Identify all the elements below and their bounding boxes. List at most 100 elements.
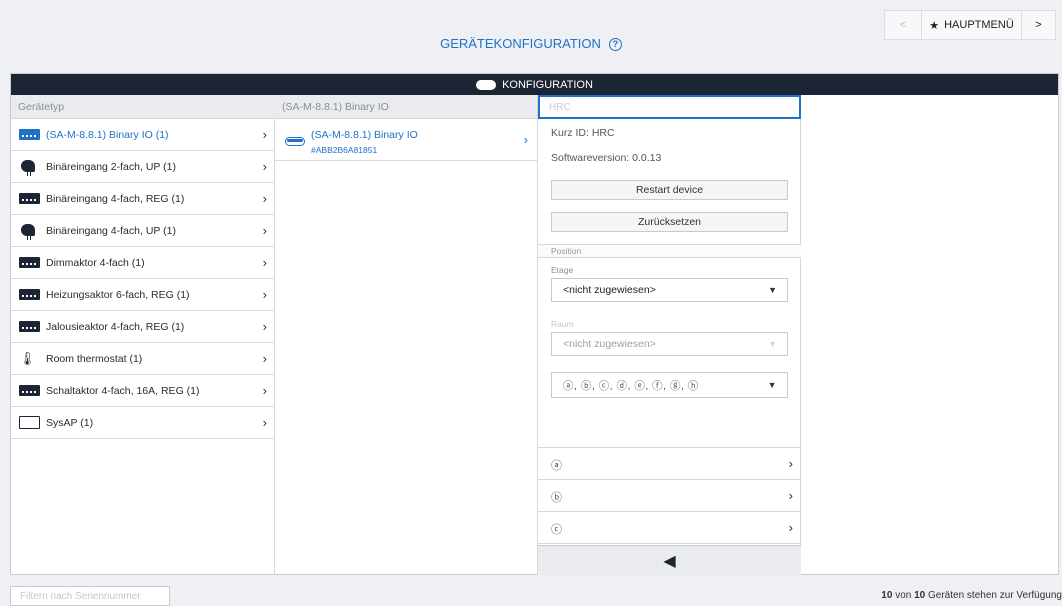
help-icon[interactable]: ? [608,38,622,51]
device-type-item[interactable]: Binäreingang 4-fach, REG (1) › [11,183,275,215]
channel-label: ⓑ [551,492,562,504]
device-type-label: (SA-M-8.8.1) Binary IO (1) [46,128,169,141]
device-type-item[interactable]: Binäreingang 2-fach, UP (1) › [11,151,275,183]
device-type-label: Jalousieaktor 4-fach, REG (1) [46,320,185,333]
restart-device-button[interactable]: Restart device [551,180,788,200]
device-column: (SA-M-8.8.1) Binary IO (SA-M-8.8.1) Bina… [275,95,538,575]
chevron-right-icon: › [788,488,793,503]
chevron-down-icon: ▼ [768,339,777,349]
device-type-item[interactable]: Dimmaktor 4-fach (1) › [11,247,275,279]
device-count-status: 10 von 10 Geräten stehen zur Verfügung [881,590,1062,601]
screen-icon [19,416,40,429]
device-type-label: Binäreingang 4-fach, UP (1) [46,224,176,237]
chevron-right-icon: › [262,415,267,430]
reply-arrow-icon: ◀ [663,552,676,570]
module-icon [19,193,40,204]
device-type-item[interactable]: Heizungsaktor 6-fach, REG (1) › [11,279,275,311]
device-type-item[interactable]: 🌡 Room thermostat (1) › [11,343,275,375]
main-menu-label: HAUPTMENÜ [944,19,1014,31]
device-type-list: (SA-M-8.8.1) Binary IO (1) › Binäreingang … [11,119,275,439]
chevron-right-icon: › [523,132,528,147]
device-column-header: (SA-M-8.8.1) Binary IO [275,95,537,119]
chevron-right-icon: › [788,456,793,471]
device-pill-icon [285,137,305,146]
top-bar: GERÄTEKONFIGURATION? < ★ HAUPTMENÜ > [0,0,1062,72]
chevron-down-icon: ▼ [767,380,777,390]
device-pill-icon [476,79,497,90]
status-count: 10 [881,590,893,601]
configuration-window: KONFIGURATION Gerätetyp (SA-M-8.8.1) Bin… [10,73,1059,575]
chevron-right-icon: › [262,351,267,366]
floor-label: Etage [551,265,574,275]
device-type-label: Dimmaktor 4-fach (1) [46,256,145,269]
device-type-header: Gerätetyp [11,95,275,119]
device-type-item[interactable]: Jalousieaktor 4-fach, REG (1) › [11,311,275,343]
chevron-right-icon: › [262,255,267,270]
sensor-icon [19,223,40,240]
star-icon: ★ [929,19,940,32]
device-type-label: Heizungsaktor 6-fach, REG (1) [46,288,190,301]
device-serial: #ABB2B6A81851 [311,145,378,155]
channel-select[interactable]: ⓐ, ⓑ, ⓒ, ⓓ, ⓔ, ⓕ, ⓖ, ⓗ ▼ [551,372,788,398]
forward-button[interactable]: > [1021,11,1055,39]
module-icon [19,257,40,268]
device-type-item[interactable]: SysAP (1) › [11,407,275,439]
channel-label: ⓐ [551,460,562,472]
channel-row[interactable]: ⓒ › [538,511,801,543]
device-name: (SA-M-8.8.1) Binary IO [311,129,418,141]
device-type-label: Schaltaktor 4-fach, 16A, REG (1) [46,384,200,397]
channel-select-value: ⓐ, ⓑ, ⓒ, ⓓ, ⓔ, ⓕ, ⓖ, ⓗ [563,379,699,392]
device-type-label: SysAP (1) [46,416,94,429]
room-value: <nicht zugewiesen> [563,338,656,350]
status-suffix: Geräten stehen zur Verfügung [925,590,1062,601]
chevron-right-icon: › [262,383,267,398]
channel-row[interactable]: ⓑ › [538,479,801,511]
channel-row[interactable]: ⓐ › [538,447,801,479]
module-icon [19,129,40,140]
thermometer-icon: 🌡 [19,350,36,366]
room-label: Raum [551,319,574,329]
software-version: Softwareversion: 0.0.13 [551,152,662,164]
chevron-down-icon: ▼ [768,285,777,295]
room-select[interactable]: <nicht zugewiesen> ▼ [551,332,788,356]
page-title-text: GERÄTEKONFIGURATION [440,36,601,51]
chevron-right-icon: › [262,223,267,238]
device-type-label: Room thermostat (1) [46,352,143,365]
nav-group: < ★ HAUPTMENÜ > [884,10,1056,40]
back-action-bar[interactable]: ◀ [538,545,801,575]
device-type-item[interactable]: Binäreingang 4-fach, UP (1) › [11,215,275,247]
device-detail-panel: Kurz ID: HRC Softwareversion: 0.0.13 Res… [538,119,801,575]
floor-select[interactable]: <nicht zugewiesen> ▼ [551,278,788,302]
device-type-item[interactable]: Schaltaktor 4-fach, 16A, REG (1) › [11,375,275,407]
forward-icon: > [1035,19,1042,31]
floor-value: <nicht zugewiesen> [563,284,656,296]
device-list-item[interactable]: (SA-M-8.8.1) Binary IO #ABB2B6A81851 › [275,119,537,161]
short-id: Kurz ID: HRC [551,127,615,139]
window-title: KONFIGURATION [502,78,593,91]
chevron-right-icon: › [262,127,267,142]
chevron-right-icon: › [262,159,267,174]
back-button[interactable]: < [885,11,921,39]
window-header: KONFIGURATION [11,74,1058,95]
device-name-input[interactable] [538,95,801,119]
sensor-icon [19,159,40,176]
device-type-column: Gerätetyp (SA-M-8.8.1) Binary IO (1) › Bin… [11,95,275,575]
device-type-label: Binäreingang 2-fach, UP (1) [46,160,176,173]
chevron-right-icon: › [788,520,793,535]
module-icon [19,321,40,332]
channel-label: ⓒ [551,524,562,536]
status-total: 10 [914,590,926,601]
serial-filter-input[interactable] [10,586,170,606]
chevron-right-icon: › [262,319,267,334]
reset-button[interactable]: Zurücksetzen [551,212,788,232]
chevron-right-icon: › [262,191,267,206]
device-type-item[interactable]: (SA-M-8.8.1) Binary IO (1) › [11,119,275,151]
main-menu-button[interactable]: ★ HAUPTMENÜ [921,11,1021,39]
module-icon [19,385,40,396]
status-mid: von [892,590,915,601]
position-section-header: Position [538,244,801,258]
module-icon [19,289,40,300]
chevron-right-icon: › [262,287,267,302]
device-type-label: Binäreingang 4-fach, REG (1) [46,192,185,205]
back-icon: < [899,19,907,31]
